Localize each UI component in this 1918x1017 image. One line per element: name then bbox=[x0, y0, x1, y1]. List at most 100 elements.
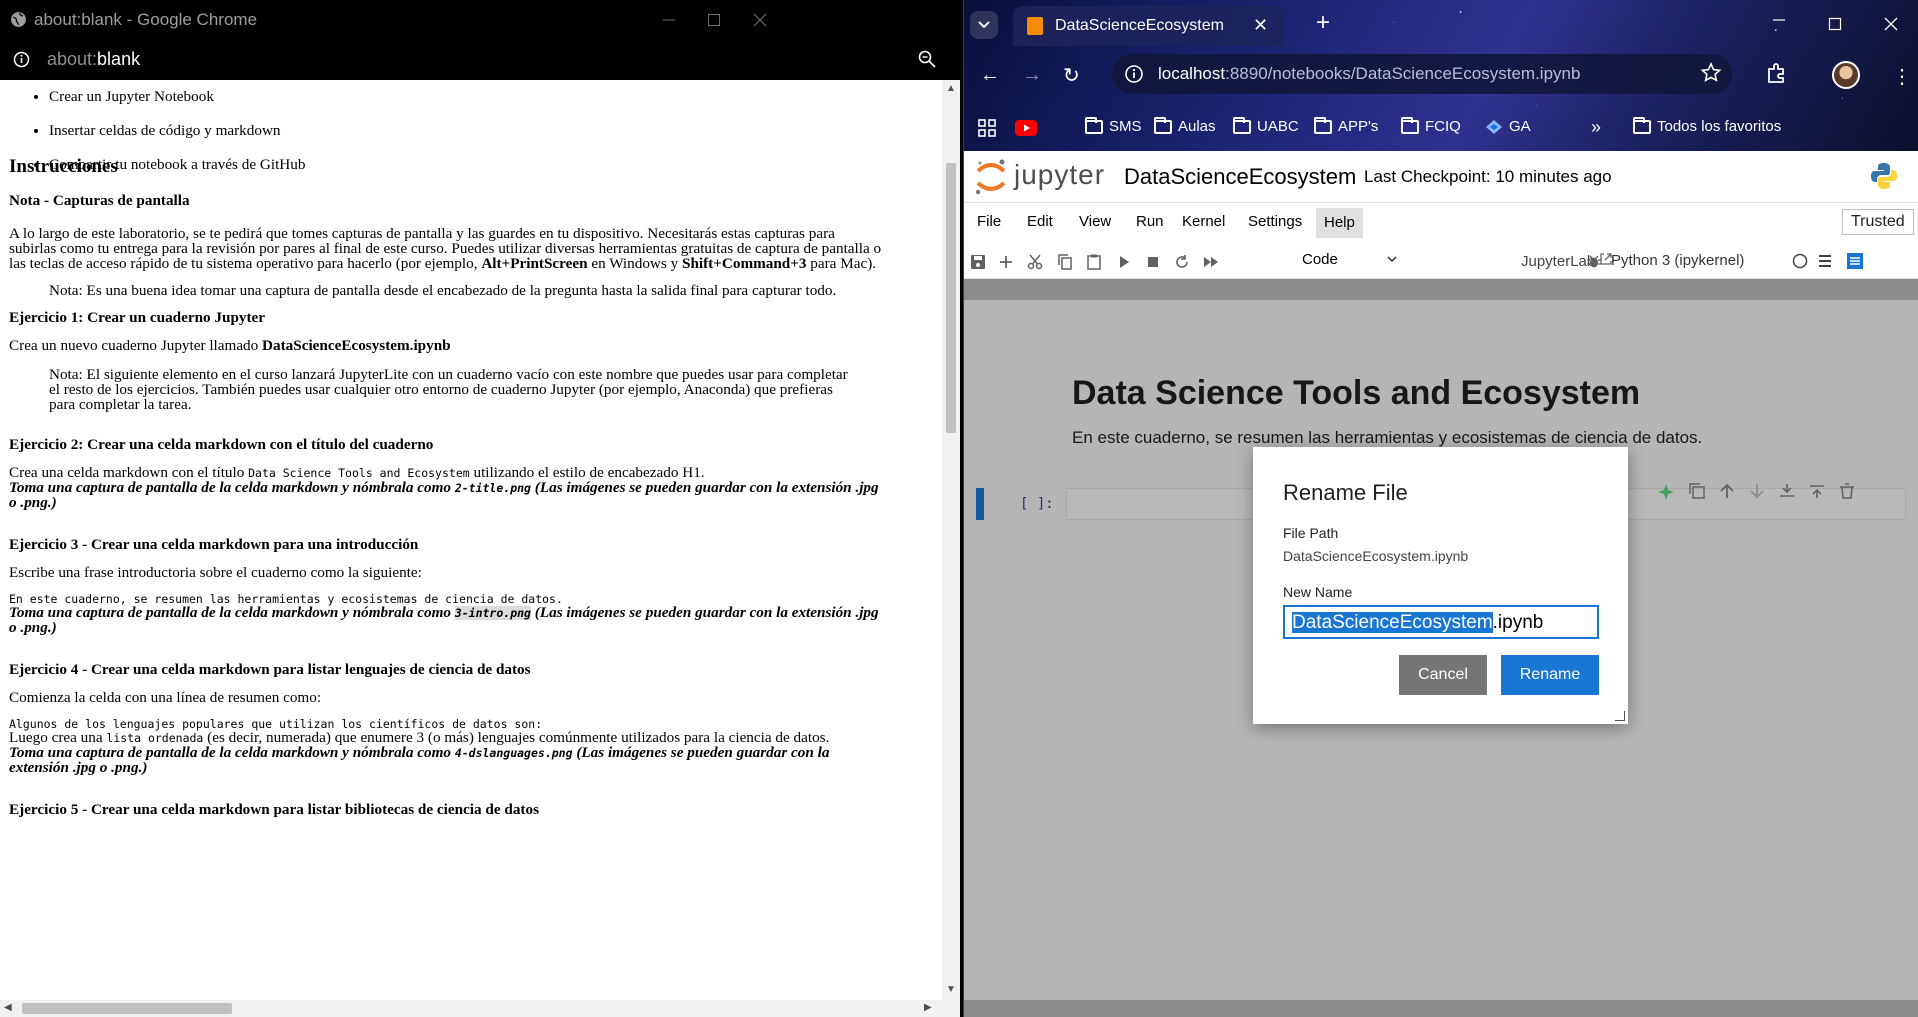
close-button[interactable] bbox=[746, 6, 774, 34]
cell-type-select[interactable]: Code bbox=[1302, 251, 1397, 268]
cancel-button[interactable]: Cancel bbox=[1399, 655, 1487, 695]
move-down-icon[interactable] bbox=[1748, 482, 1766, 500]
insert-above-icon[interactable] bbox=[1778, 482, 1796, 500]
apps-grid-icon[interactable] bbox=[978, 119, 996, 137]
bookmark-uabc[interactable]: UABC bbox=[1233, 116, 1299, 135]
bookmark-star-icon[interactable] bbox=[1700, 62, 1722, 84]
restart-icon[interactable] bbox=[1173, 253, 1191, 271]
scroll-down-icon[interactable]: ▼ bbox=[946, 984, 956, 995]
url-host: localhost bbox=[1158, 64, 1226, 83]
cell-toolbar bbox=[1656, 482, 1856, 502]
debugger-bug-icon[interactable] bbox=[1586, 253, 1602, 269]
notebook-title[interactable]: DataScienceEcosystem bbox=[1124, 164, 1356, 190]
jupyter-logo[interactable]: jupyter bbox=[972, 157, 1104, 202]
ej4-heading: Ejercicio 4 - Crear una celda markdown p… bbox=[9, 661, 531, 678]
address-bar[interactable]: localhost:8890/notebooks/DataScienceEcos… bbox=[1112, 54, 1732, 94]
tab-active[interactable]: DataScienceEcosystem ✕ bbox=[1013, 6, 1283, 46]
forward-icon[interactable]: → bbox=[1022, 64, 1042, 87]
new-tab-button[interactable]: + bbox=[1316, 9, 1330, 37]
stop-icon[interactable] bbox=[1144, 253, 1162, 271]
menu-file[interactable]: File bbox=[977, 213, 1001, 230]
tab-search-button[interactable] bbox=[970, 11, 998, 39]
bookmark-sms[interactable]: SMS bbox=[1085, 116, 1142, 135]
delete-cell-icon[interactable] bbox=[1838, 482, 1856, 500]
cut-icon[interactable] bbox=[1026, 253, 1044, 271]
folder-icon bbox=[1401, 116, 1419, 134]
more-menu-icon[interactable]: ⋮ bbox=[1892, 64, 1912, 89]
more-bookmarks-icon[interactable]: » bbox=[1591, 117, 1601, 138]
text: para Mac). bbox=[806, 255, 877, 272]
minimize-button[interactable] bbox=[655, 6, 683, 34]
duplicate-cell-icon[interactable] bbox=[1688, 482, 1706, 500]
bookmark-ga[interactable]: GA bbox=[1485, 118, 1531, 135]
text: en Windows y bbox=[587, 255, 682, 272]
youtube-icon[interactable] bbox=[1015, 120, 1037, 136]
back-icon[interactable]: ← bbox=[980, 64, 1000, 87]
add-cell-icon[interactable] bbox=[997, 253, 1015, 271]
fast-forward-icon[interactable] bbox=[1202, 253, 1220, 271]
ej2-heading: Ejercicio 2: Crear una celda markdown co… bbox=[9, 436, 434, 453]
tab-close-icon[interactable]: ✕ bbox=[1253, 15, 1268, 36]
scroll-up-icon[interactable]: ▲ bbox=[946, 83, 956, 94]
toc-list-icon[interactable] bbox=[1817, 253, 1833, 269]
copy-icon[interactable] bbox=[1056, 253, 1074, 271]
menu-settings[interactable]: Settings bbox=[1248, 213, 1302, 230]
maximize-button[interactable] bbox=[700, 6, 728, 34]
maximize-icon[interactable] bbox=[1828, 17, 1842, 31]
extensions-puzzle-icon[interactable] bbox=[1766, 62, 1788, 84]
minimize-icon[interactable] bbox=[1772, 12, 1786, 26]
left-address-bar[interactable]: about:blank bbox=[0, 40, 960, 80]
left-url[interactable]: about:blank bbox=[47, 49, 140, 70]
globe-icon bbox=[11, 12, 26, 27]
kernel-status-idle-icon bbox=[1792, 253, 1808, 269]
reload-icon[interactable]: ↻ bbox=[1063, 63, 1080, 88]
selected-text: DataScienceEcosystem bbox=[1292, 612, 1493, 633]
scrollbar-thumb[interactable] bbox=[946, 163, 956, 433]
url-text[interactable]: localhost:8890/notebooks/DataScienceEcos… bbox=[1158, 64, 1580, 84]
url-path: blank bbox=[97, 49, 141, 69]
move-up-icon[interactable] bbox=[1718, 482, 1736, 500]
insert-below-icon[interactable] bbox=[1808, 482, 1826, 500]
document-content: Crear un Jupyter Notebook Insertar celda… bbox=[0, 80, 942, 1000]
scroll-right-icon[interactable]: ▶ bbox=[924, 1002, 932, 1013]
close-icon[interactable] bbox=[1884, 17, 1898, 31]
new-name-label: New Name bbox=[1283, 584, 1353, 600]
left-browser-window: about:blank - Google Chrome about:blank … bbox=[0, 0, 960, 1017]
kernel-name[interactable]: Python 3 (ipykernel) bbox=[1611, 252, 1744, 269]
run-icon[interactable] bbox=[1115, 253, 1133, 271]
rename-button[interactable]: Rename bbox=[1501, 655, 1599, 695]
notebook-toolbar: Code JupyterLab Python 3 (ipykernel) bbox=[964, 243, 1918, 279]
ej1-heading: Ejercicio 1: Crear un cuaderno Jupyter bbox=[9, 309, 266, 326]
analytics-icon bbox=[1486, 119, 1502, 134]
menu-kernel[interactable]: Kernel bbox=[1182, 213, 1225, 230]
bookmark-aulas[interactable]: Aulas bbox=[1154, 116, 1216, 135]
menu-run[interactable]: Run bbox=[1136, 213, 1164, 230]
sparkle-ai-icon[interactable] bbox=[1656, 482, 1676, 502]
nota-heading: Nota - Capturas de pantalla bbox=[9, 192, 190, 209]
resize-handle-icon[interactable] bbox=[1615, 711, 1625, 721]
menu-edit[interactable]: Edit bbox=[1027, 213, 1053, 230]
save-icon[interactable] bbox=[969, 253, 987, 271]
all-bookmarks-folder[interactable]: Todos los favoritos bbox=[1633, 116, 1781, 135]
shortcut-mac: Shift+Command+3 bbox=[682, 255, 807, 272]
menu-help[interactable]: Help bbox=[1316, 208, 1363, 238]
trusted-indicator[interactable]: Trusted bbox=[1842, 209, 1914, 235]
nota-line-3: las teclas de acceso rápido de tu sistem… bbox=[9, 255, 876, 273]
scrollbar-thumb[interactable] bbox=[22, 1003, 232, 1014]
vertical-scrollbar[interactable]: ▲ ▼ bbox=[942, 80, 960, 1000]
bookmark-fciq[interactable]: FCIQ bbox=[1401, 116, 1461, 135]
bookmark-label: FCIQ bbox=[1425, 118, 1461, 135]
zoom-icon[interactable] bbox=[918, 50, 936, 68]
info-icon[interactable] bbox=[13, 51, 30, 68]
site-info-icon[interactable] bbox=[1124, 64, 1144, 84]
menu-view[interactable]: View bbox=[1079, 213, 1111, 230]
scroll-left-icon[interactable]: ◀ bbox=[4, 1002, 12, 1013]
toolbar-row: ← → ↻ localhost:8890/notebooks/DataScien… bbox=[964, 46, 1918, 110]
property-inspector-icon[interactable] bbox=[1846, 252, 1864, 270]
text: Toma una captura de pantalla de la celda… bbox=[9, 479, 455, 496]
bookmark-apps[interactable]: APP's bbox=[1314, 116, 1378, 135]
paste-icon[interactable] bbox=[1085, 253, 1103, 271]
profile-avatar[interactable] bbox=[1832, 61, 1860, 89]
jupyter-book-icon bbox=[1027, 17, 1043, 35]
horizontal-scrollbar[interactable]: ◀ ▶ bbox=[0, 1000, 960, 1017]
